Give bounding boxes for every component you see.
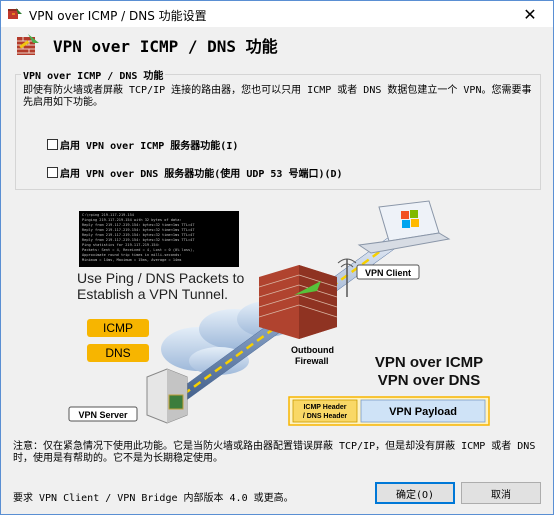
terminal-line: Ping statistics for 219.117.219.154: — [82, 243, 160, 247]
packet-payload-label: VPN Payload — [389, 406, 457, 418]
terminal-line: Reply from 219.117.219.154: bytes=32 tim… — [82, 233, 195, 237]
dialog-window: VPN over ICMP / DNS 功能设置 ✕ VPN over ICMP… — [0, 0, 554, 515]
dialog-header: VPN over ICMP / DNS 功能 — [1, 27, 553, 61]
checkbox-icmp-row[interactable]: 启用 VPN over ICMP 服务器功能(I) — [47, 137, 238, 152]
checkbox-icmp-label: 启用 VPN over ICMP 服务器功能(I) — [60, 141, 239, 152]
terminal-line: Reply from 219.117.219.154: bytes=32 tim… — [82, 223, 195, 227]
vpn-server-label: VPN Server — [78, 410, 128, 420]
vpn-client-label: VPN Client — [365, 268, 411, 278]
ok-button[interactable]: 确定(O) — [375, 482, 455, 504]
big-label-line1: VPN over ICMP — [375, 354, 483, 371]
terminal-line: Reply from 219.117.219.154: bytes=32 tim… — [82, 238, 195, 242]
checkbox-dns-label: 启用 VPN over DNS 服务器功能(使用 UDP 53 号端口)(D) — [60, 169, 343, 180]
dns-badge-label: DNS — [105, 346, 130, 360]
firewall-icon — [17, 34, 39, 55]
requirement-text: 要求 VPN Client / VPN Bridge 内部版本 4.0 或更高。 — [13, 493, 294, 504]
firewall-label-line2: Firewall — [295, 356, 329, 366]
server-icon — [146, 368, 188, 424]
group-legend: VPN over ICMP / DNS 功能 — [21, 67, 166, 82]
terminal-line: Pinging 219.117.219.154 with 32 bytes of… — [82, 218, 182, 222]
caption-line2: Establish a VPN Tunnel. — [77, 286, 228, 302]
terminal-line: Minimum = 14ms, Maximum = 15ms, Average … — [82, 258, 182, 262]
packet-diagram: ICMP Header / DNS Header VPN Payload — [288, 396, 490, 426]
laptop-icon — [357, 200, 451, 254]
terminal-line: Reply from 219.117.219.154: bytes=32 tim… — [82, 228, 195, 232]
checkbox-dns-row[interactable]: 启用 VPN over DNS 服务器功能(使用 UDP 53 号端口)(D) — [47, 165, 343, 180]
terminal-window: C:\>ping 219.117.219.154Pinging 219.117.… — [79, 211, 239, 267]
terminal-line: C:\>ping 219.117.219.154 — [82, 213, 134, 217]
vpn-illustration: C:\>ping 219.117.219.154Pinging 219.117.… — [68, 200, 490, 426]
terminal-line: Approximate round trip times in milli-se… — [82, 253, 182, 257]
dns-badge: DNS — [87, 344, 149, 362]
checkbox-dns[interactable] — [47, 167, 58, 178]
cancel-button[interactable]: 取消 — [461, 482, 541, 504]
close-icon[interactable]: ✕ — [507, 1, 553, 27]
icmp-badge-label: ICMP — [103, 321, 133, 335]
firewall-label-line1: Outbound — [291, 345, 334, 355]
terminal-line: Packets: Sent = 4, Received = 4, Lost = … — [82, 248, 195, 252]
big-label-line2: VPN over DNS — [378, 372, 481, 389]
app-icon — [8, 8, 22, 19]
caption-line1: Use Ping / DNS Packets to — [77, 270, 245, 286]
packet-header-line1: ICMP Header — [303, 404, 346, 411]
icmp-badge: ICMP — [87, 319, 149, 337]
page-title: VPN over ICMP / DNS 功能 — [53, 37, 278, 56]
firewall-icon — [258, 265, 338, 339]
packet-header-line2: / DNS Header — [303, 413, 348, 420]
title-bar: VPN over ICMP / DNS 功能设置 ✕ — [1, 1, 553, 27]
checkbox-icmp[interactable] — [47, 139, 58, 150]
window-title: VPN over ICMP / DNS 功能设置 — [29, 9, 207, 23]
warning-note: 注意：仅在紧急情况下使用此功能。它是当防火墙或路由器配置错误屏蔽 TCP/IP，… — [13, 441, 536, 464]
group-description: 即使有防火墙或者屏蔽 TCP/IP 连接的路由器，您也可以只用 ICMP 或者 … — [23, 85, 532, 108]
